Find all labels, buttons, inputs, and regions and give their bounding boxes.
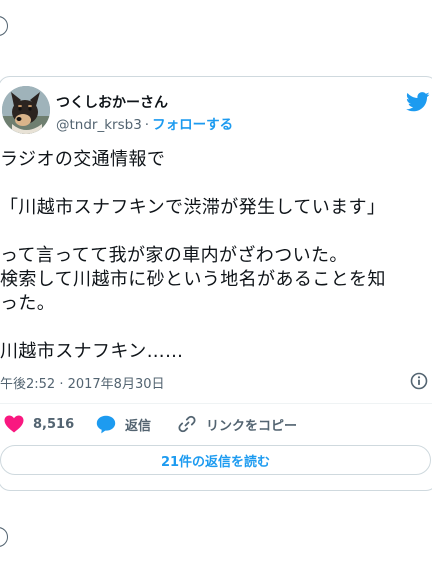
reply-button[interactable]: 返信: [96, 412, 151, 436]
tweet-text-line: ラジオの交通情報で: [0, 149, 166, 170]
follow-link[interactable]: フォローする: [152, 117, 233, 133]
copy-link-button[interactable]: リンクをコピー: [177, 412, 297, 436]
tweet-text-line: 川越市スナフキン……: [0, 341, 184, 362]
read-replies-button[interactable]: 21件の返信を読む: [0, 445, 431, 475]
tweet-text-line: って言ってて我が家の車内がざわついた。: [0, 245, 348, 266]
tweet-text: ラジオの交通情報で 「川越市スナフキンで渋滞が発生しています」 って言ってて我が…: [0, 148, 432, 364]
tweet-header: つくしおかーさん @tndr_krsb3 · フォローする: [0, 86, 432, 142]
tweet-text-line: 検索して川越市に砂という地名があることを知: [0, 269, 386, 290]
info-icon[interactable]: [410, 372, 428, 390]
reply-label: 返信: [125, 418, 152, 434]
tweet-timestamp[interactable]: 午後2:52 · 2017年8月30日: [0, 373, 165, 392]
author-display-name[interactable]: つくしおかーさん: [56, 92, 168, 112]
divider: [0, 403, 432, 404]
link-icon: [178, 415, 196, 433]
like-count: 8,516: [33, 416, 75, 432]
heart-icon: [4, 415, 24, 433]
separator-dot: ·: [144, 117, 150, 133]
like-button[interactable]: 8,516: [4, 412, 74, 436]
reply-bubble-icon: [96, 415, 116, 433]
author-handle-row: @tndr_krsb3 · フォローする: [56, 113, 233, 133]
avatar[interactable]: [2, 86, 50, 134]
edge-circle-icon: [0, 527, 8, 547]
twitter-bird-icon[interactable]: [406, 92, 430, 112]
tweet-actions: 8,516 返信 リンクをコピー: [0, 412, 432, 436]
author-handle[interactable]: @tndr_krsb3: [56, 117, 142, 133]
edge-circle-icon: [0, 16, 8, 36]
tweet-text-line: った。: [0, 293, 56, 314]
tweet-text-line: 「川越市スナフキンで渋滞が発生しています」: [0, 197, 386, 218]
copy-link-label: リンクをコピー: [206, 418, 298, 434]
